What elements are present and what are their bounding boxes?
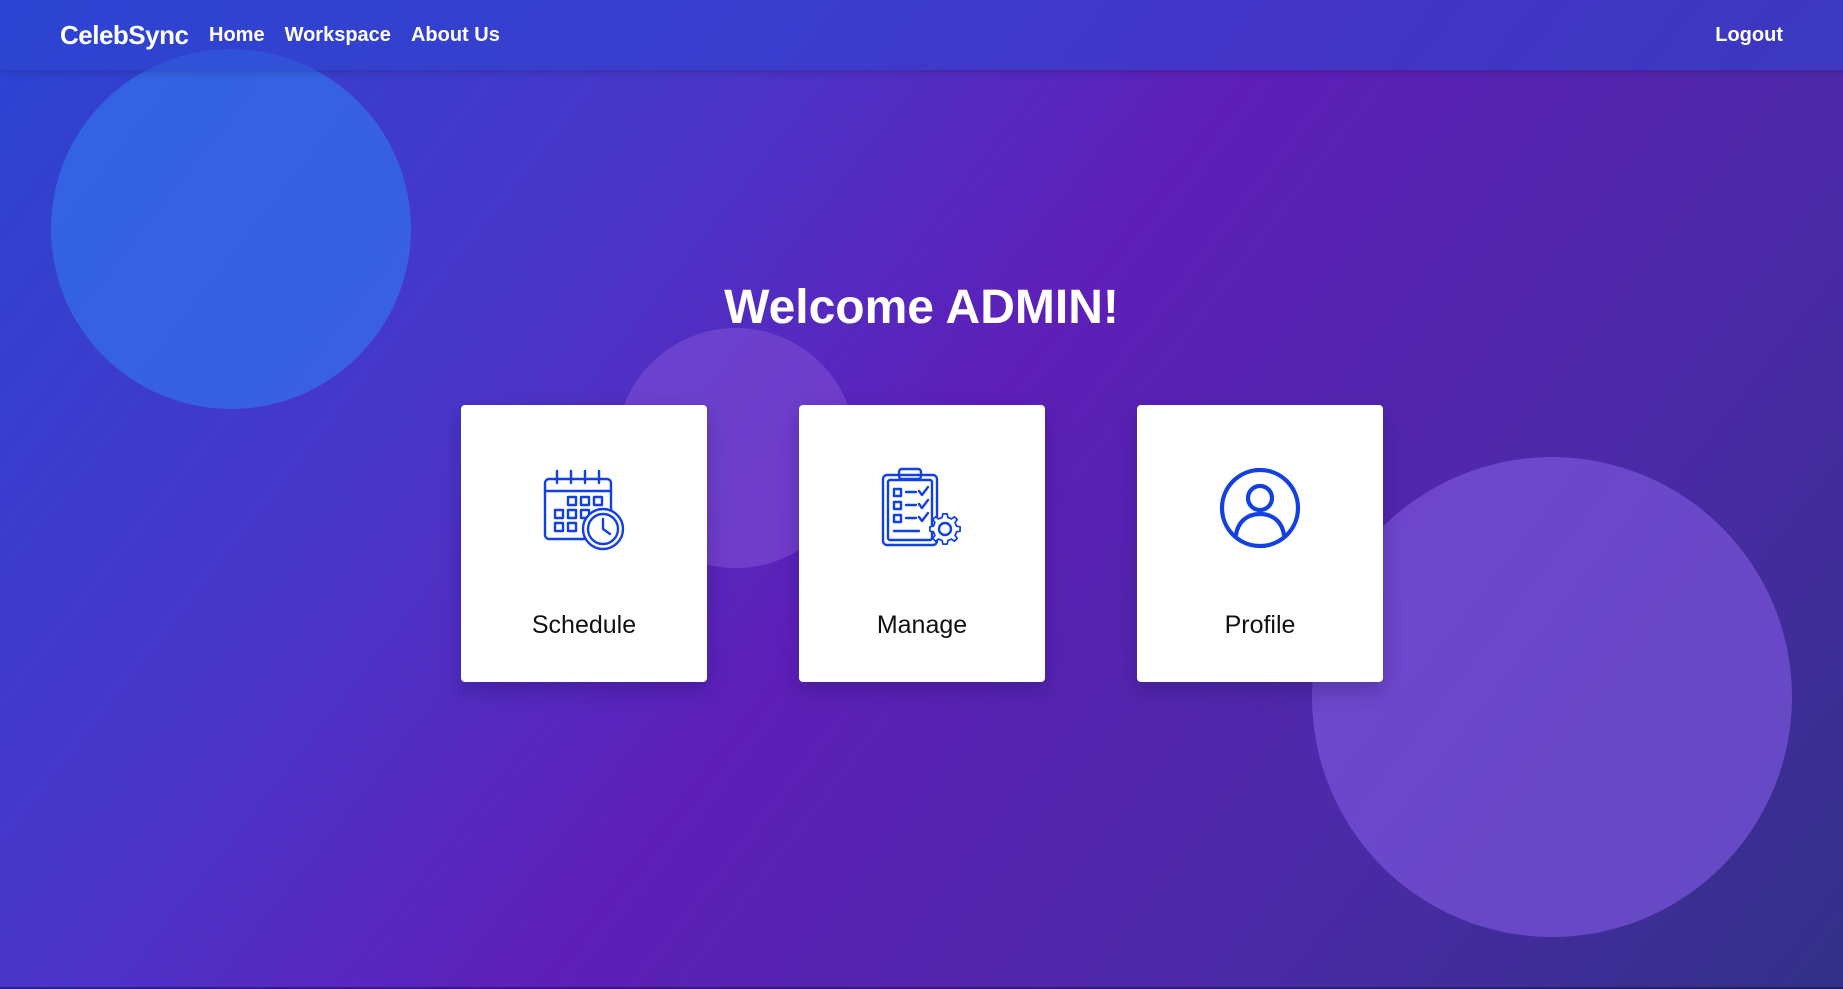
nav-link-home[interactable]: Home <box>209 24 265 47</box>
logout-button[interactable]: Logout <box>1715 24 1783 47</box>
brand-logo[interactable]: CelebSync <box>60 20 189 51</box>
page: CelebSync Home Workspace About Us Logout… <box>0 0 1843 989</box>
nav-links: Home Workspace About Us <box>209 24 500 47</box>
profile-card[interactable]: Profile <box>1137 405 1383 682</box>
navbar: CelebSync Home Workspace About Us Logout <box>0 0 1843 70</box>
welcome-heading: Welcome ADMIN! <box>724 281 1119 334</box>
schedule-card[interactable]: Schedule <box>461 405 707 682</box>
manage-card-label: Manage <box>876 611 968 639</box>
calendar-clock-icon <box>543 469 625 551</box>
nav-link-workspace[interactable]: Workspace <box>285 24 391 47</box>
profile-card-label: Profile <box>1224 611 1296 639</box>
manage-card[interactable]: Manage <box>799 405 1045 682</box>
decorative-circle <box>51 49 411 409</box>
schedule-card-label: Schedule <box>531 611 637 639</box>
clipboard-gear-icon <box>881 467 961 547</box>
nav-link-about-us[interactable]: About Us <box>411 24 500 47</box>
user-circle-icon <box>1219 467 1301 549</box>
decorative-circle <box>1312 457 1792 937</box>
card-grid: Schedule Manage Profile <box>461 405 1383 682</box>
